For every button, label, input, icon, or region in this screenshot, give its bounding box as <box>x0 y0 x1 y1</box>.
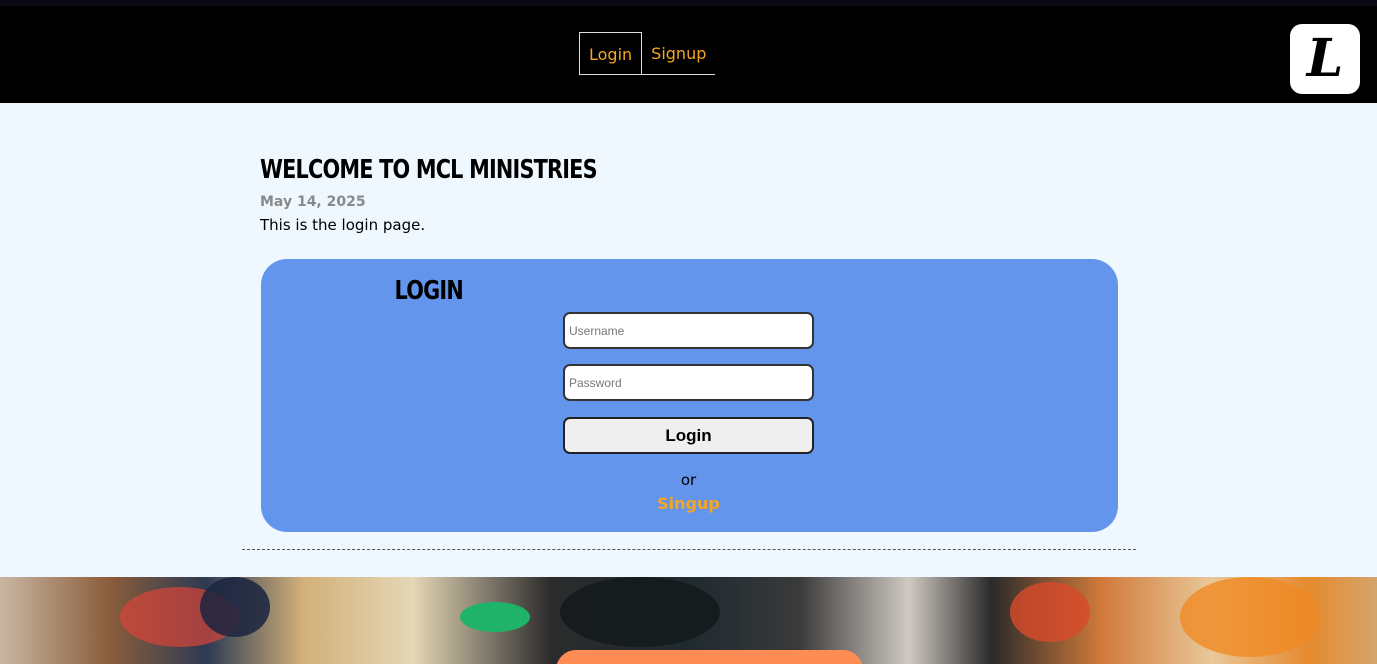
post-date: May 14, 2025 <box>260 194 366 210</box>
or-separator: or <box>680 471 697 489</box>
paint-stroke <box>460 602 530 632</box>
username-input[interactable] <box>563 312 814 349</box>
nav-tabs: Login Signup <box>579 32 716 75</box>
paint-stroke <box>1010 582 1090 642</box>
tab-signup[interactable]: Signup <box>642 32 715 74</box>
signup-link[interactable]: Singup <box>657 494 720 513</box>
login-card-title: LOGIN <box>0 276 857 306</box>
paint-stroke <box>1180 577 1320 657</box>
logo-letter: L <box>1306 28 1344 89</box>
logo[interactable]: L <box>1290 24 1360 94</box>
login-title-text: LOGIN <box>394 276 463 306</box>
topbar-strip <box>0 0 1377 6</box>
page-description: This is the login page. <box>260 216 426 234</box>
page-title: WELCOME TO MCL MINISTRIES <box>260 155 598 185</box>
tab-login[interactable]: Login <box>579 32 643 74</box>
login-button[interactable]: Login <box>563 417 814 454</box>
password-input[interactable] <box>563 364 814 401</box>
signup-link-wrap: Singup <box>0 494 1377 513</box>
top-navbar: Login Signup L <box>0 0 1377 103</box>
section-divider <box>242 549 1136 550</box>
banner-button[interactable] <box>556 650 863 664</box>
paint-stroke <box>200 577 270 637</box>
paint-stroke <box>560 577 720 647</box>
